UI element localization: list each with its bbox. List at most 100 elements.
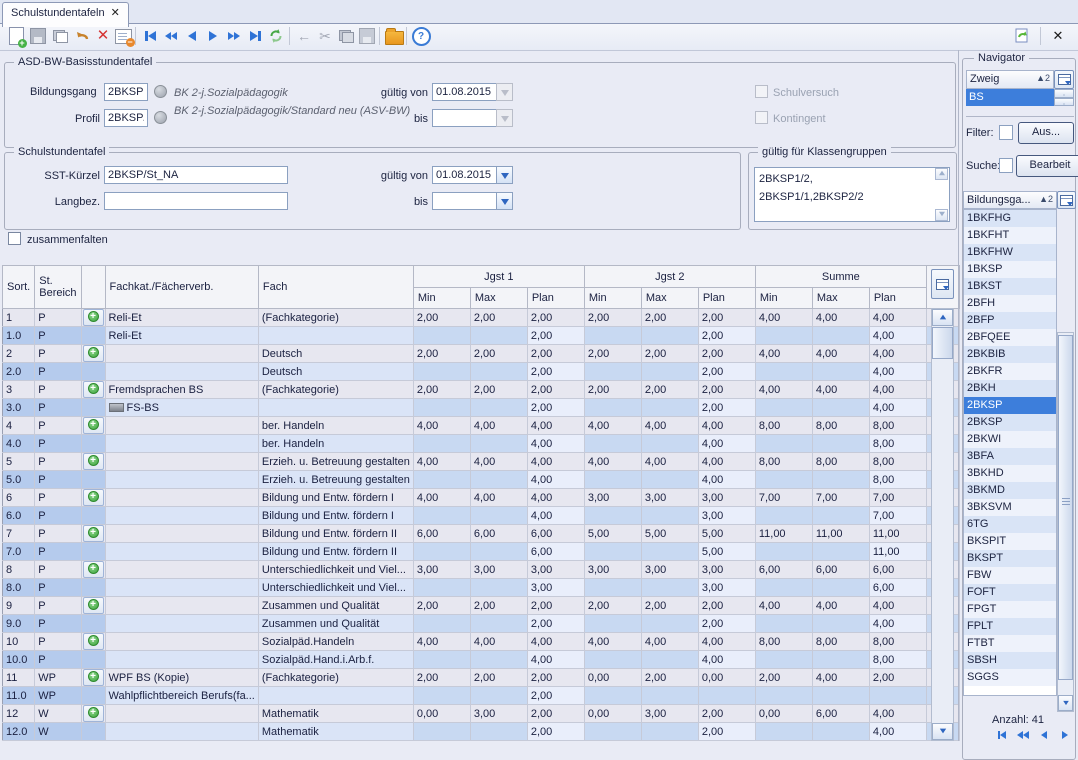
cell-summe-plan[interactable]: 4,00 xyxy=(869,597,926,615)
cell-jgst2-max[interactable] xyxy=(641,363,698,381)
cell-summe-max[interactable]: 7,00 xyxy=(812,489,869,507)
cell-jgst1-plan[interactable]: 4,00 xyxy=(527,651,584,669)
zweig-selected-item[interactable]: BS xyxy=(966,89,1054,106)
cell-jgst2-max[interactable] xyxy=(641,579,698,597)
cell-fachkategorie[interactable] xyxy=(105,507,258,525)
cell-jgst1-min[interactable] xyxy=(413,435,470,453)
expand-row-button[interactable]: + xyxy=(83,525,104,542)
cell-fachkategorie[interactable] xyxy=(105,363,258,381)
cell-jgst2-plan[interactable]: 3,00 xyxy=(698,489,755,507)
bildungsgang-list-item[interactable]: 2BFQEE xyxy=(964,329,1056,346)
cell-jgst1-min[interactable]: 4,00 xyxy=(413,633,470,651)
cell-summe-plan[interactable]: 6,00 xyxy=(869,561,926,579)
bildungsgang-list-item[interactable]: BKSPT xyxy=(964,550,1056,567)
cell-jgst1-plan[interactable]: 2,00 xyxy=(527,597,584,615)
cell-jgst1-plan[interactable]: 4,00 xyxy=(527,489,584,507)
bildungsgang-field[interactable] xyxy=(104,83,148,101)
cell-jgst2-max[interactable] xyxy=(641,435,698,453)
cell-jgst1-plan[interactable]: 4,00 xyxy=(527,453,584,471)
cell-jgst2-plan[interactable]: 2,00 xyxy=(698,327,755,345)
cell-jgst1-min[interactable] xyxy=(413,723,470,741)
cell-bereich[interactable]: P xyxy=(35,579,81,597)
cell-jgst2-max[interactable] xyxy=(641,687,698,705)
cell-jgst1-plan[interactable]: 4,00 xyxy=(527,507,584,525)
cell-jgst2-max[interactable] xyxy=(641,615,698,633)
cell-jgst1-max[interactable] xyxy=(470,687,527,705)
cell-jgst1-min[interactable]: 3,00 xyxy=(413,561,470,579)
cell-jgst1-min[interactable]: 4,00 xyxy=(413,417,470,435)
cell-summe-max[interactable]: 4,00 xyxy=(812,345,869,363)
cell-jgst2-max[interactable] xyxy=(641,399,698,417)
cell-jgst1-plan[interactable]: 3,00 xyxy=(527,579,584,597)
cell-summe-min[interactable]: 11,00 xyxy=(755,525,812,543)
cell-jgst2-min[interactable]: 4,00 xyxy=(584,417,641,435)
cell-summe-max[interactable]: 4,00 xyxy=(812,597,869,615)
cell-summe-plan[interactable]: 4,00 xyxy=(869,615,926,633)
cell-jgst1-plan[interactable]: 2,00 xyxy=(527,363,584,381)
cell-sort[interactable]: 6 xyxy=(3,489,35,507)
cell-jgst1-plan[interactable]: 2,00 xyxy=(527,345,584,363)
suche-bearbeiten-button[interactable]: Bearbeit xyxy=(1016,155,1078,177)
cell-jgst1-plan[interactable]: 6,00 xyxy=(527,525,584,543)
cell-jgst2-min[interactable] xyxy=(584,651,641,669)
cell-bereich[interactable]: P xyxy=(35,525,81,543)
cell-bereich[interactable]: P xyxy=(35,651,81,669)
cell-jgst1-min[interactable]: 2,00 xyxy=(413,345,470,363)
cell-summe-plan[interactable]: 4,00 xyxy=(869,363,926,381)
cell-fachkategorie[interactable]: Wahlpflichtbereich Berufs(fa... xyxy=(105,687,258,705)
filter-field[interactable] xyxy=(999,125,1013,140)
cell-jgst2-min[interactable]: 4,00 xyxy=(584,453,641,471)
cell-summe-max[interactable] xyxy=(812,507,869,525)
cell-bereich[interactable]: P xyxy=(35,309,81,327)
bildungsgang-list-item[interactable]: FTBT xyxy=(964,635,1056,652)
cell-fach[interactable]: (Fachkategorie) xyxy=(258,309,413,327)
cell-jgst1-plan[interactable]: 2,00 xyxy=(527,309,584,327)
col-header-max[interactable]: Max xyxy=(812,288,869,309)
cell-fach[interactable]: Erzieh. u. Betreuung gestalten xyxy=(258,453,413,471)
sst-kuerzel-field[interactable] xyxy=(104,166,288,184)
profil-field[interactable] xyxy=(104,109,148,127)
cell-fach[interactable] xyxy=(258,327,413,345)
cell-bereich[interactable]: P xyxy=(35,507,81,525)
cell-jgst2-min[interactable] xyxy=(584,723,641,741)
cell-summe-min[interactable] xyxy=(755,687,812,705)
cell-fachkategorie[interactable] xyxy=(105,633,258,651)
column-chooser-icon[interactable] xyxy=(931,269,954,299)
nav-fast-prev-icon[interactable] xyxy=(161,26,181,46)
cell-jgst2-plan[interactable]: 4,00 xyxy=(698,633,755,651)
cell-jgst1-min[interactable]: 2,00 xyxy=(413,309,470,327)
cell-jgst2-plan[interactable]: 5,00 xyxy=(698,543,755,561)
cell-jgst1-min[interactable]: 0,00 xyxy=(413,705,470,723)
cell-summe-plan[interactable]: 4,00 xyxy=(869,705,926,723)
cell-summe-min[interactable] xyxy=(755,543,812,561)
cell-fachkategorie[interactable] xyxy=(105,561,258,579)
col-header-min[interactable]: Min xyxy=(755,288,812,309)
cell-fachkategorie[interactable] xyxy=(105,597,258,615)
record-next-icon[interactable] xyxy=(1055,725,1075,745)
cell-bereich[interactable]: P xyxy=(35,615,81,633)
bildungsgang-list-item[interactable]: 1BKFHT xyxy=(964,227,1056,244)
cell-jgst2-min[interactable] xyxy=(584,399,641,417)
cell-jgst2-max[interactable]: 5,00 xyxy=(641,525,698,543)
cell-bereich[interactable]: P xyxy=(35,543,81,561)
cell-jgst2-min[interactable]: 2,00 xyxy=(584,309,641,327)
bildungsgang-list-item[interactable]: FPLT xyxy=(964,618,1056,635)
cell-bereich[interactable]: P xyxy=(35,327,81,345)
st-gueltig-von-dropdown-icon[interactable] xyxy=(496,166,513,184)
cell-jgst2-min[interactable]: 5,00 xyxy=(584,525,641,543)
scroll-down-icon[interactable] xyxy=(1058,695,1073,711)
cell-jgst2-min[interactable] xyxy=(584,579,641,597)
cell-jgst2-max[interactable] xyxy=(641,507,698,525)
cell-fach[interactable] xyxy=(258,399,413,417)
basis-bis-field[interactable] xyxy=(432,109,497,127)
scrollbar-thumb[interactable] xyxy=(1058,335,1073,680)
cell-jgst1-min[interactable]: 2,00 xyxy=(413,597,470,615)
scroll-down-icon[interactable] xyxy=(932,723,953,740)
cell-jgst1-plan[interactable]: 4,00 xyxy=(527,471,584,489)
cell-summe-min[interactable] xyxy=(755,363,812,381)
cell-fach[interactable] xyxy=(258,687,413,705)
cell-jgst1-plan[interactable]: 4,00 xyxy=(527,435,584,453)
cell-sort[interactable]: 10.0 xyxy=(3,651,35,669)
cell-jgst2-plan[interactable]: 4,00 xyxy=(698,453,755,471)
cell-fachkategorie[interactable] xyxy=(105,345,258,363)
